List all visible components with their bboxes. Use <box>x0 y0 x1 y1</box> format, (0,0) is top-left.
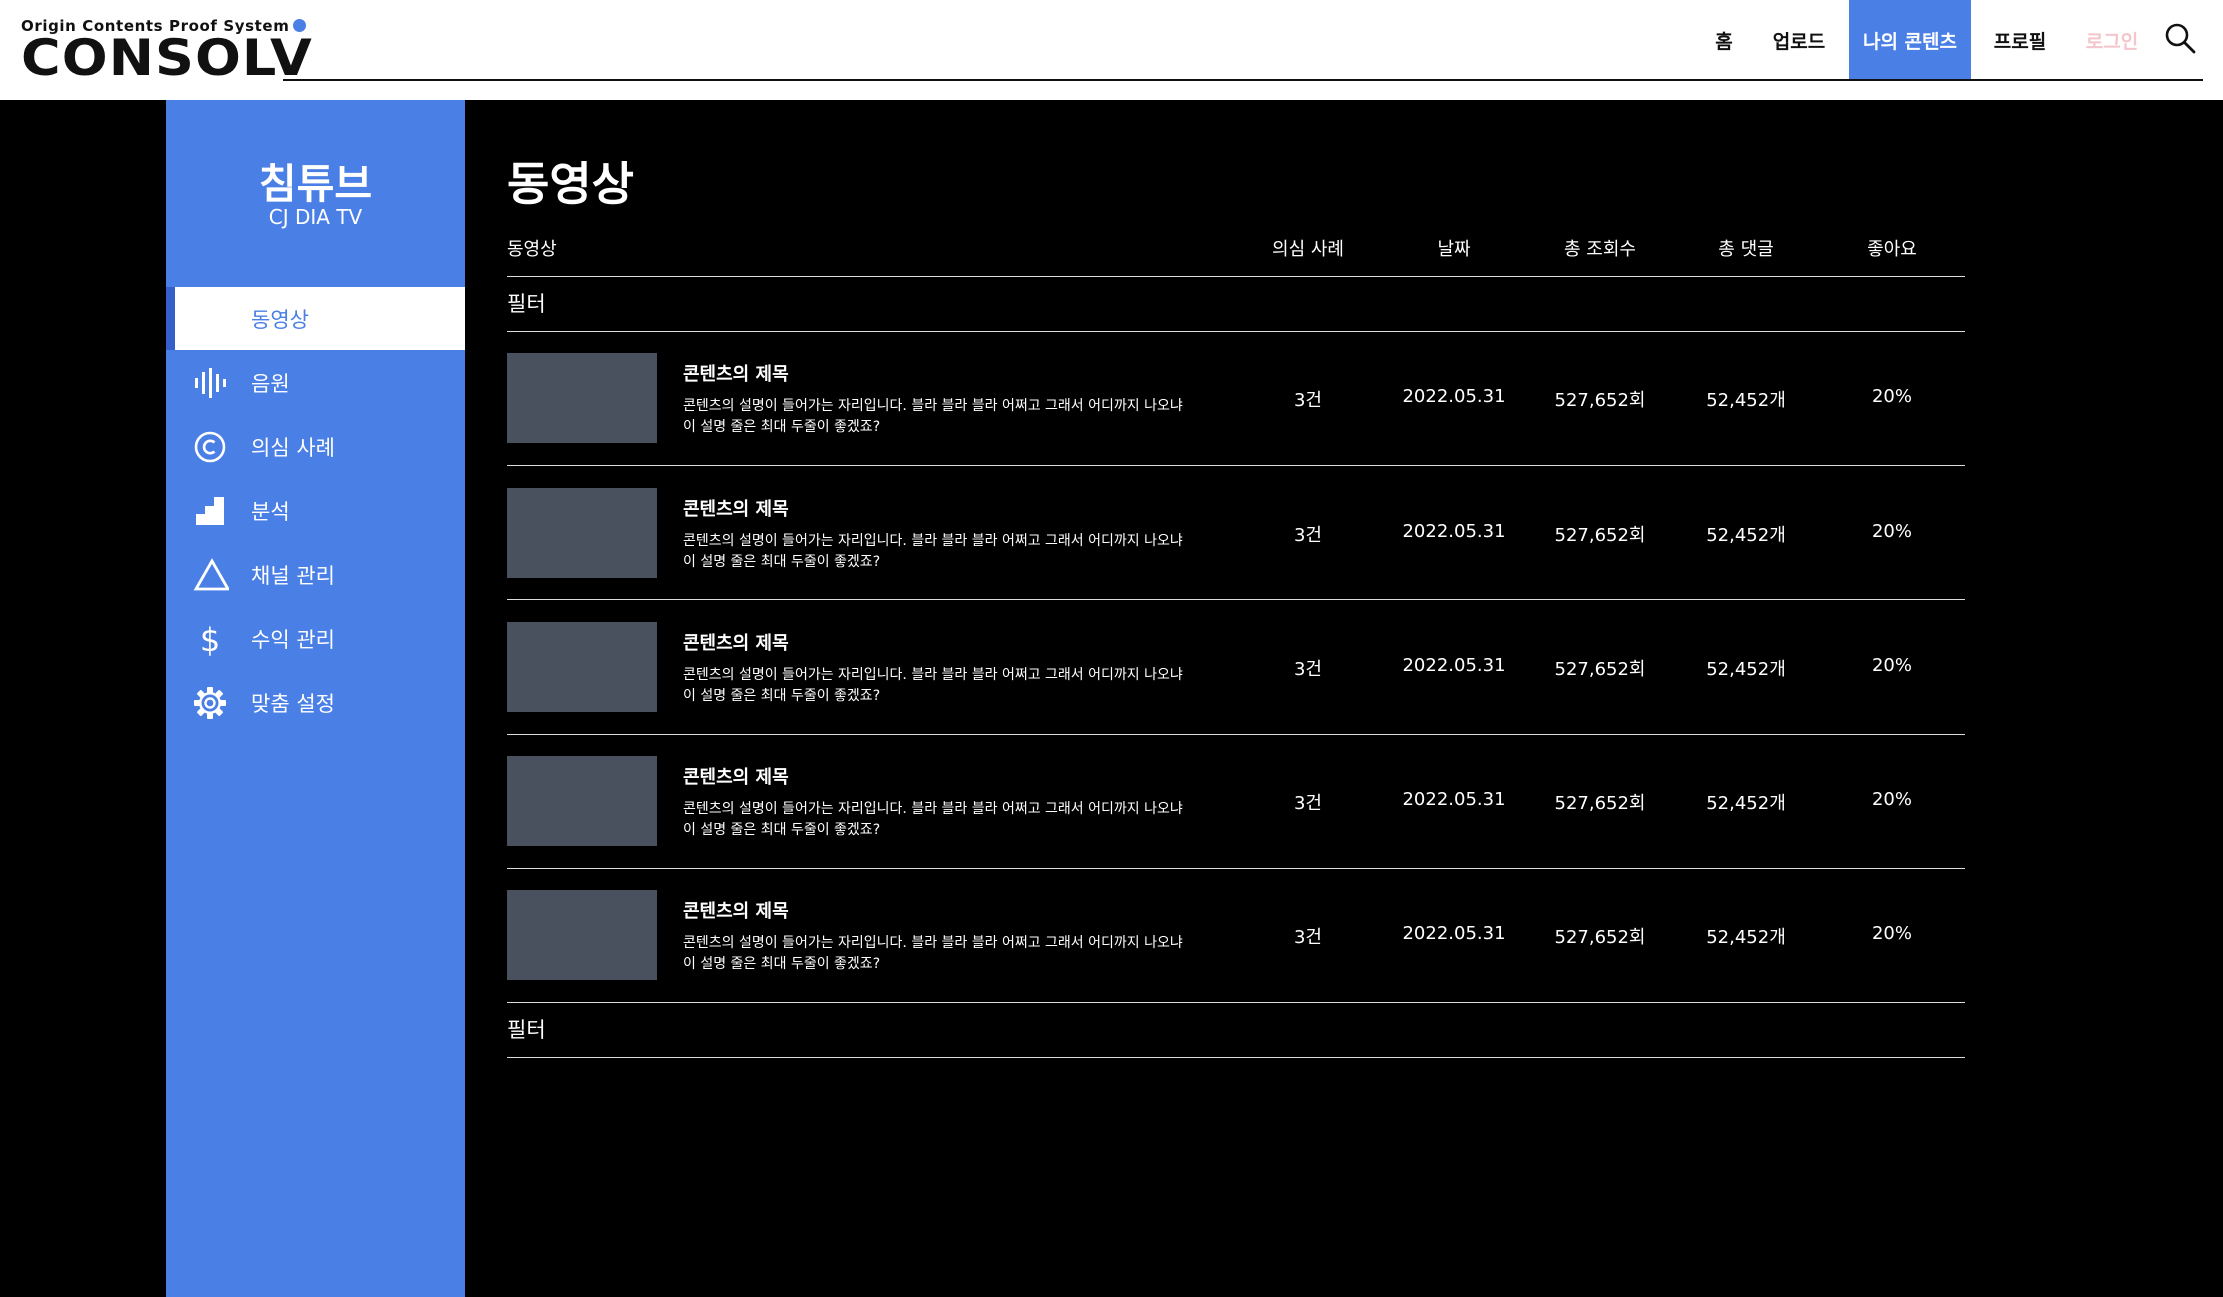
video-description: 콘텐츠의 설명이 들어가는 자리입니다. 블라 블라 블라 어쩌고 그래서 어디… <box>683 801 1183 838</box>
nav-profile[interactable]: 프로필 <box>1988 0 2052 80</box>
sidebar-item-label: 음원 <box>251 371 290 396</box>
svg-text:$: $ <box>200 622 220 656</box>
divider <box>507 868 1965 869</box>
sidebar-item-suspect-cases[interactable]: 의심 사례 <box>166 415 465 478</box>
divider <box>507 599 1965 600</box>
sidebar-item-revenue-management[interactable]: $ 수익 관리 <box>166 607 465 670</box>
suspect-count: 3건 <box>1293 793 1322 814</box>
comment-count: 52,452개 <box>1706 659 1786 680</box>
video-title[interactable]: 콘텐츠의 제목 <box>683 629 789 655</box>
video-date: 2022.05.31 <box>1402 386 1506 407</box>
sidebar-item-custom-settings[interactable]: 맞춤 설정 <box>166 671 465 734</box>
video-title[interactable]: 콘텐츠의 제목 <box>683 495 789 521</box>
video-date: 2022.05.31 <box>1402 655 1506 676</box>
column-header-views: 총 조회수 <box>1564 239 1636 260</box>
table-row[interactable]: 콘텐츠의 제목 콘텐츠의 설명이 들어가는 자리입니다. 블라 블라 블라 어쩌… <box>507 353 1965 487</box>
nav-my-contents[interactable]: 나의 콘텐츠 <box>1849 0 1971 80</box>
column-header-likes: 좋아요 <box>1867 239 1917 260</box>
comment-count: 52,452개 <box>1706 927 1786 948</box>
nav-upload[interactable]: 업로드 <box>1763 0 1835 80</box>
comment-count: 52,452개 <box>1706 793 1786 814</box>
search-icon[interactable] <box>2163 21 2197 55</box>
video-description: 콘텐츠의 설명이 들어가는 자리입니다. 블라 블라 블라 어쩌고 그래서 어디… <box>683 398 1183 435</box>
sidebar-item-audio[interactable]: 음원 <box>166 351 465 414</box>
sidebar-item-analytics[interactable]: 분석 <box>166 479 465 542</box>
like-ratio: 20% <box>1871 655 1912 676</box>
view-count: 527,652회 <box>1554 927 1646 948</box>
filter-top[interactable]: 필터 <box>507 288 546 318</box>
triangle-icon <box>193 558 229 591</box>
suspect-count: 3건 <box>1293 525 1322 546</box>
column-header-video: 동영상 <box>507 239 557 260</box>
column-header-date: 날짜 <box>1437 239 1471 260</box>
divider <box>507 276 1965 277</box>
sidebar-item-label: 의심 사례 <box>251 435 335 460</box>
view-count: 527,652회 <box>1554 525 1646 546</box>
divider <box>507 331 1965 332</box>
chart-steps-icon <box>196 497 224 525</box>
divider <box>507 734 1965 735</box>
comment-count: 52,452개 <box>1706 525 1786 546</box>
video-thumbnail[interactable] <box>507 488 657 578</box>
like-ratio: 20% <box>1871 386 1912 407</box>
dollar-icon: $ <box>200 622 220 656</box>
video-description: 콘텐츠의 설명이 들어가는 자리입니다. 블라 블라 블라 어쩌고 그래서 어디… <box>683 667 1183 704</box>
video-title[interactable]: 콘텐츠의 제목 <box>683 360 789 386</box>
channel-name: 침튜브 <box>258 160 373 208</box>
video-thumbnail[interactable] <box>507 353 657 443</box>
table-row[interactable]: 콘텐츠의 제목 콘텐츠의 설명이 들어가는 자리입니다. 블라 블라 블라 어쩌… <box>507 488 1965 622</box>
video-thumbnail[interactable] <box>507 890 657 980</box>
video-date: 2022.05.31 <box>1402 521 1506 542</box>
sidebar-item-label: 채널 관리 <box>251 563 335 588</box>
view-count: 527,652회 <box>1554 793 1646 814</box>
like-ratio: 20% <box>1871 923 1912 944</box>
suspect-count: 3건 <box>1293 390 1322 411</box>
comment-count: 52,452개 <box>1706 390 1786 411</box>
sidebar-item-label: 수익 관리 <box>251 627 335 652</box>
nav-login[interactable]: 로그인 <box>2080 0 2144 80</box>
column-header-suspect: 의심 사례 <box>1272 239 1344 260</box>
view-count: 527,652회 <box>1554 659 1646 680</box>
video-thumbnail[interactable] <box>507 756 657 846</box>
divider <box>507 1002 1965 1003</box>
suspect-count: 3건 <box>1293 927 1322 948</box>
nav-home[interactable]: 홈 <box>1703 0 1745 80</box>
channel-subtitle: CJ DIA TV <box>268 205 363 229</box>
logo-wordmark: CONSOLV <box>21 29 313 87</box>
video-thumbnail[interactable] <box>507 622 657 712</box>
filter-bottom[interactable]: 필터 <box>507 1014 546 1044</box>
like-ratio: 20% <box>1871 521 1912 542</box>
divider <box>507 465 1965 466</box>
sidebar-item-label: 분석 <box>251 499 290 524</box>
video-description: 콘텐츠의 설명이 들어가는 자리입니다. 블라 블라 블라 어쩌고 그래서 어디… <box>683 533 1183 570</box>
table-row[interactable]: 콘텐츠의 제목 콘텐츠의 설명이 들어가는 자리입니다. 블라 블라 블라 어쩌… <box>507 890 1965 1024</box>
top-header: Origin Contents Proof System CONSOLV 홈 업… <box>0 0 2223 100</box>
table-row[interactable]: 콘텐츠의 제목 콘텐츠의 설명이 들어가는 자리입니다. 블라 블라 블라 어쩌… <box>507 756 1965 890</box>
sidebar: 침튜브 CJ DIA TV 동영상 음원 의심 사례 분석 채널 관리 $ 수익… <box>166 100 465 1297</box>
header-divider <box>283 79 2203 81</box>
view-count: 527,652회 <box>1554 390 1646 411</box>
video-title[interactable]: 콘텐츠의 제목 <box>683 897 789 923</box>
suspect-count: 3건 <box>1293 659 1322 680</box>
gear-icon <box>194 687 226 719</box>
video-date: 2022.05.31 <box>1402 789 1506 810</box>
sidebar-item-videos[interactable]: 동영상 <box>166 287 465 350</box>
sidebar-item-label: 맞춤 설정 <box>251 691 335 716</box>
table-row[interactable]: 콘텐츠의 제목 콘텐츠의 설명이 들어가는 자리입니다. 블라 블라 블라 어쩌… <box>507 622 1965 756</box>
sidebar-item-channel-management[interactable]: 채널 관리 <box>166 543 465 606</box>
like-ratio: 20% <box>1871 789 1912 810</box>
sidebar-item-label: 동영상 <box>251 307 309 332</box>
copyright-icon <box>194 431 226 463</box>
video-title[interactable]: 콘텐츠의 제목 <box>683 763 789 789</box>
page-title: 동영상 <box>507 157 634 211</box>
audio-wave-icon <box>195 368 226 398</box>
logo[interactable]: Origin Contents Proof System CONSOLV <box>21 17 312 83</box>
divider <box>507 1057 1965 1058</box>
column-header-comments: 총 댓글 <box>1718 239 1774 260</box>
video-date: 2022.05.31 <box>1402 923 1506 944</box>
video-description: 콘텐츠의 설명이 들어가는 자리입니다. 블라 블라 블라 어쩌고 그래서 어디… <box>683 935 1183 972</box>
